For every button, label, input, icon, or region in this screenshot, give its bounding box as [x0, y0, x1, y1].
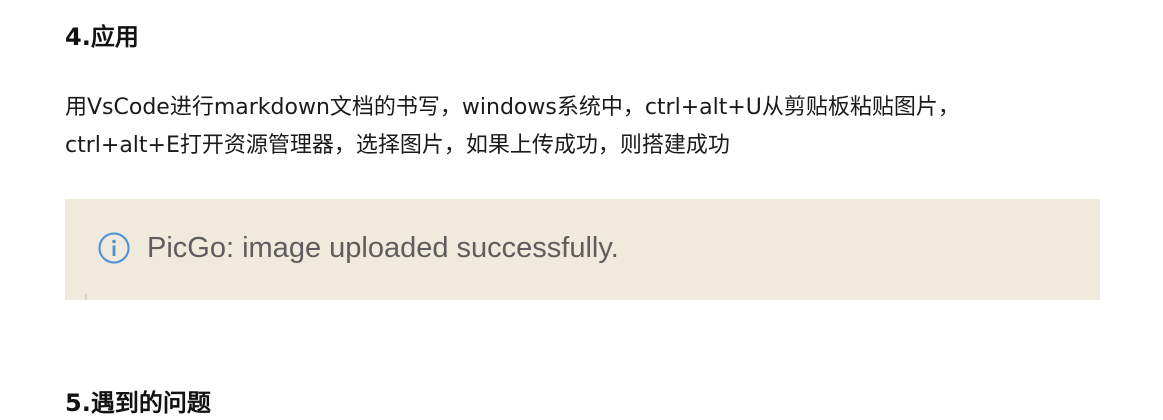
paragraph: 用VsCode进行markdown文档的书写，windows系统中，ctrl+a… [65, 89, 1065, 165]
next-section-heading: 5.遇到的问题 [65, 389, 211, 417]
paragraph-line-2: ctrl+alt+E打开资源管理器，选择图片，如果上传成功，则搭建成功 [65, 133, 730, 158]
embedded-screenshot-image: PicGo: image uploaded successfully. [65, 199, 1100, 300]
info-circle-icon [98, 232, 130, 264]
notification-message: PicGo: image uploaded successfully. [147, 232, 619, 264]
paragraph-line-1: 用VsCode进行markdown文档的书写，windows系统中，ctrl+a… [65, 95, 960, 120]
section-heading: 4.应用 [65, 23, 139, 51]
image-edge-artifact [85, 294, 87, 300]
